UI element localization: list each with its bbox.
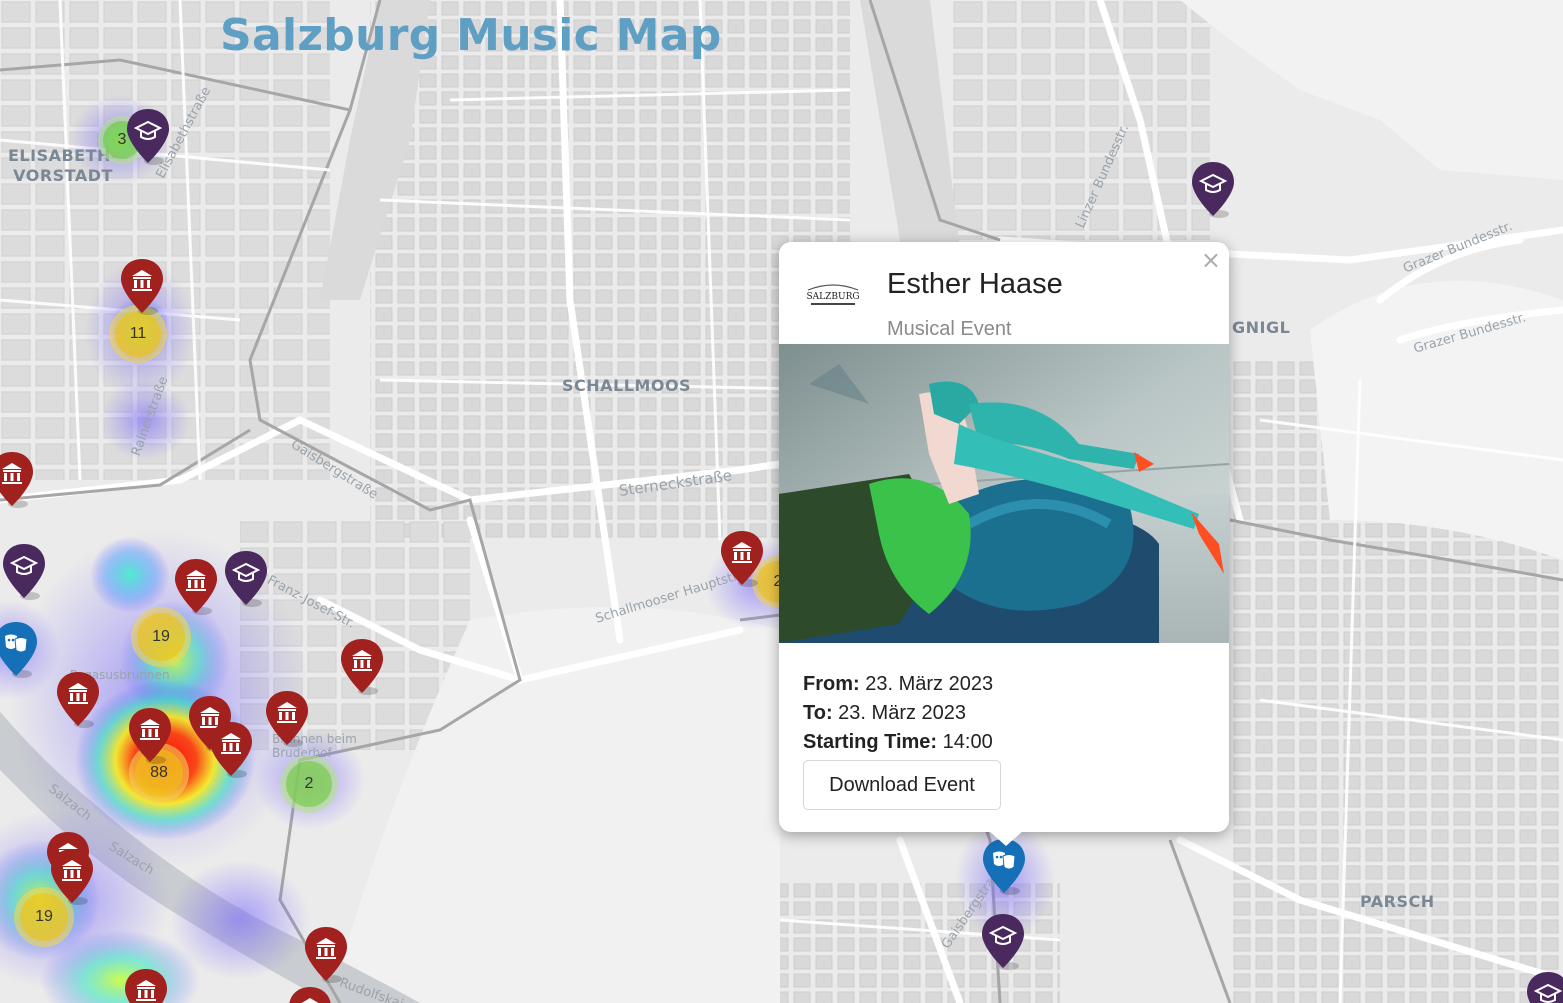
starting-time-label: Starting Time:: [803, 731, 938, 753]
organizer-logo: SALZBURG: [805, 280, 861, 310]
museum-marker[interactable]: [48, 847, 96, 907]
district-label-gnigl: GNIGL: [1232, 318, 1291, 337]
museum-marker[interactable]: [0, 450, 36, 510]
close-icon[interactable]: ×: [1201, 246, 1221, 274]
from-value: 23. März 2023: [865, 673, 994, 695]
education-marker[interactable]: [222, 549, 270, 609]
event-photo: [779, 344, 1229, 643]
museum-marker[interactable]: [122, 967, 170, 1003]
cluster-count: 19: [137, 613, 185, 661]
organizer-logo-text: SALZBURG: [806, 292, 859, 302]
starting-time-value: 14:00: [942, 731, 993, 753]
theatre-marker[interactable]: [980, 837, 1028, 897]
event-popup: × SALZBURG Esther Haase Musical Event Fr…: [779, 242, 1229, 846]
education-marker[interactable]: [979, 912, 1027, 972]
district-label-schallmoos: SCHALLMOOS: [562, 376, 692, 395]
museum-marker[interactable]: [207, 720, 255, 780]
museum-marker[interactable]: [286, 985, 334, 1003]
museum-marker[interactable]: [118, 257, 166, 317]
from-label: From:: [803, 673, 860, 695]
theatre-marker[interactable]: [0, 620, 40, 680]
district-label-parsch: PARSCH: [1360, 892, 1435, 911]
museum-marker[interactable]: [172, 557, 220, 617]
education-marker[interactable]: [0, 542, 48, 602]
cluster-count: 2: [285, 760, 333, 808]
event-title: Esther Haase: [887, 268, 1063, 300]
museum-marker[interactable]: [263, 689, 311, 749]
cluster-count: 11: [114, 310, 162, 358]
cluster-marker[interactable]: 2: [280, 755, 338, 813]
popup-tip: [989, 831, 1023, 846]
education-marker[interactable]: [1189, 160, 1237, 220]
to-value: 23. März 2023: [838, 702, 967, 724]
download-event-button[interactable]: Download Event: [803, 760, 1001, 810]
to-label: To:: [803, 702, 833, 724]
event-type: Musical Event: [887, 318, 1012, 340]
education-marker[interactable]: [1524, 970, 1563, 1003]
page-title: Salzburg Music Map: [220, 10, 722, 61]
museum-marker[interactable]: [126, 706, 174, 766]
map-canvas[interactable]: Salzburg Music Map ELISABETH- VORSTADT S…: [0, 0, 1563, 1003]
museum-marker[interactable]: [54, 670, 102, 730]
education-marker[interactable]: [124, 107, 172, 167]
museum-marker[interactable]: [338, 637, 386, 697]
museum-marker[interactable]: [718, 529, 766, 589]
museum-marker[interactable]: [302, 925, 350, 985]
event-details: From: 23. März 2023 To: 23. März 2023 St…: [803, 670, 993, 757]
